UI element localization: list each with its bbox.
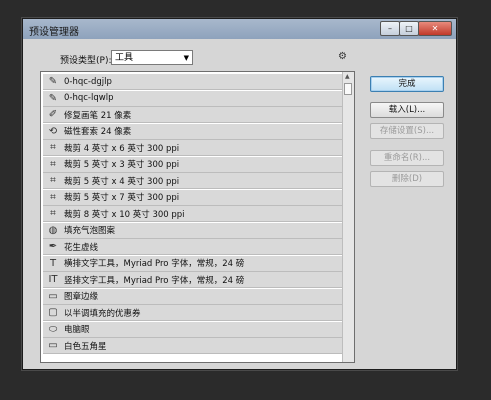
list-item[interactable]: ✎ 0-hqc-dgjlp bbox=[43, 74, 342, 90]
rectangle-icon: ▭ bbox=[48, 290, 58, 302]
list-item-label: 竖排文字工具，Myriad Pro 字体，常规，24 磅 bbox=[64, 275, 245, 286]
done-button[interactable]: 完成 bbox=[370, 76, 444, 92]
ellipse-icon: ⬭ bbox=[48, 323, 58, 335]
list-item[interactable]: ⌗ 裁剪 5 英寸 x 3 英寸 300 ppi bbox=[43, 156, 342, 173]
preset-manager-dialog: 预设管理器 – □ ✕ 预设类型(P): 工具 ▼ ⚙ ✎ 0-hqc-dgjlp… bbox=[22, 18, 457, 370]
list-item-label: 裁剪 5 英寸 x 7 英寸 300 ppi bbox=[64, 193, 180, 203]
preset-type-select[interactable]: 工具 ▼ bbox=[111, 50, 193, 65]
preset-type-label: 预设类型(P): bbox=[60, 56, 112, 66]
minimize-button[interactable]: – bbox=[380, 21, 400, 36]
list-item[interactable]: ⌗ 裁剪 5 英寸 x 4 英寸 300 ppi bbox=[43, 173, 342, 189]
rounded-rectangle-icon: ▢ bbox=[48, 307, 58, 318]
list-item-label: 裁剪 5 英寸 x 4 英寸 300 ppi bbox=[64, 176, 180, 187]
list-scrollbar[interactable]: ▲ bbox=[342, 72, 354, 362]
load-button[interactable]: 载入(L)... bbox=[370, 102, 444, 118]
crop-icon: ⌗ bbox=[50, 191, 56, 203]
crop-icon: ⌗ bbox=[50, 158, 56, 170]
scrollbar-thumb[interactable] bbox=[344, 83, 352, 95]
crop-icon: ⌗ bbox=[50, 208, 56, 219]
list-item[interactable]: ✐ 修复画笔 21 像素 bbox=[43, 107, 342, 123]
list-item[interactable]: ✒ 花生虚线 bbox=[43, 239, 342, 255]
list-item[interactable]: ⌗ 裁剪 5 英寸 x 7 英寸 300 ppi bbox=[43, 189, 342, 206]
gear-icon[interactable]: ⚙ bbox=[338, 51, 347, 62]
list-item[interactable]: ◍ 填充气泡图案 bbox=[43, 222, 342, 239]
rectangle-icon: ▭ bbox=[48, 340, 58, 351]
brush-icon: ✎ bbox=[48, 76, 58, 87]
list-item-label: 以半调填充的优惠券 bbox=[64, 308, 141, 319]
save-settings-button[interactable]: 存储设置(S)... bbox=[370, 123, 444, 139]
list-item[interactable]: ✎ 0-hqc-lqwlp bbox=[43, 90, 342, 107]
list-item-label: 白色五角星 bbox=[64, 341, 107, 352]
scroll-up-icon[interactable]: ▲ bbox=[345, 73, 350, 80]
list-item[interactable]: ⟲ 磁性套索 24 像素 bbox=[43, 123, 342, 140]
dialog-body: 预设类型(P): 工具 ▼ ⚙ ✎ 0-hqc-dgjlp ✎ 0-hqc-lqwlp… bbox=[23, 39, 456, 369]
list-item-label: 裁剪 4 英寸 x 6 英寸 300 ppi bbox=[64, 143, 180, 154]
paint-bucket-icon: ◍ bbox=[48, 224, 58, 236]
list-item[interactable]: ▭ 白色五角星 bbox=[43, 338, 342, 354]
magnetic-lasso-icon: ⟲ bbox=[48, 125, 58, 137]
crop-icon: ⌗ bbox=[50, 142, 56, 153]
list-item[interactable]: ⌗ 裁剪 4 英寸 x 6 英寸 300 ppi bbox=[43, 140, 342, 156]
rename-button[interactable]: 重命名(R)... bbox=[370, 150, 444, 166]
list-item-label: 裁剪 5 英寸 x 3 英寸 300 ppi bbox=[64, 160, 180, 170]
list-item[interactable]: IT 竖排文字工具，Myriad Pro 字体，常规，24 磅 bbox=[43, 272, 342, 288]
list-item[interactable]: T 横排文字工具，Myriad Pro 字体，常规，24 磅 bbox=[43, 255, 342, 272]
brush-icon: ✎ bbox=[48, 92, 58, 104]
pen-icon: ✒ bbox=[48, 241, 58, 252]
list-item[interactable]: ⬭ 电脑眼 bbox=[43, 321, 342, 338]
maximize-button[interactable]: □ bbox=[399, 21, 419, 36]
list-item-label: 磁性套索 24 像素 bbox=[64, 127, 132, 137]
list-item-label: 图章边缘 bbox=[64, 292, 99, 302]
delete-button[interactable]: 删除(D) bbox=[370, 171, 444, 187]
list-item-label: 修复画笔 21 像素 bbox=[64, 110, 132, 121]
list-item-label: 横排文字工具，Myriad Pro 字体，常规，24 磅 bbox=[64, 259, 245, 269]
preset-type-value: 工具 bbox=[115, 53, 134, 63]
healing-brush-icon: ✐ bbox=[48, 109, 58, 120]
list-item-label: 0-hqc-dgjlp bbox=[64, 76, 112, 87]
list-item-label: 花生虚线 bbox=[64, 242, 99, 253]
list-item-label: 0-hqc-lqwlp bbox=[64, 93, 114, 103]
chevron-down-icon: ▼ bbox=[183, 54, 189, 62]
close-button[interactable]: ✕ bbox=[418, 21, 452, 36]
list-item[interactable]: ▢ 以半调填充的优惠券 bbox=[43, 305, 342, 321]
title-bar[interactable]: 预设管理器 – □ ✕ bbox=[23, 19, 456, 39]
list-item-label: 电脑眼 bbox=[64, 325, 90, 335]
list-item-label: 裁剪 8 英寸 x 10 英寸 300 ppi bbox=[64, 209, 185, 220]
vertical-type-icon: IT bbox=[48, 274, 58, 285]
preset-list[interactable]: ✎ 0-hqc-dgjlp ✎ 0-hqc-lqwlp ✐ 修复画笔 21 像素 ⟲ 磁性套索… bbox=[40, 71, 355, 363]
list-item[interactable]: ▭ 图章边缘 bbox=[43, 288, 342, 305]
list-item-label: 填充气泡图案 bbox=[64, 226, 116, 236]
window-title: 预设管理器 bbox=[29, 27, 79, 38]
type-icon: T bbox=[49, 257, 57, 269]
preset-items: ✎ 0-hqc-dgjlp ✎ 0-hqc-lqwlp ✐ 修复画笔 21 像素 ⟲ 磁性套索… bbox=[43, 74, 342, 355]
list-item[interactable]: ⌗ 裁剪 8 英寸 x 10 英寸 300 ppi bbox=[43, 206, 342, 222]
crop-icon: ⌗ bbox=[50, 175, 56, 186]
